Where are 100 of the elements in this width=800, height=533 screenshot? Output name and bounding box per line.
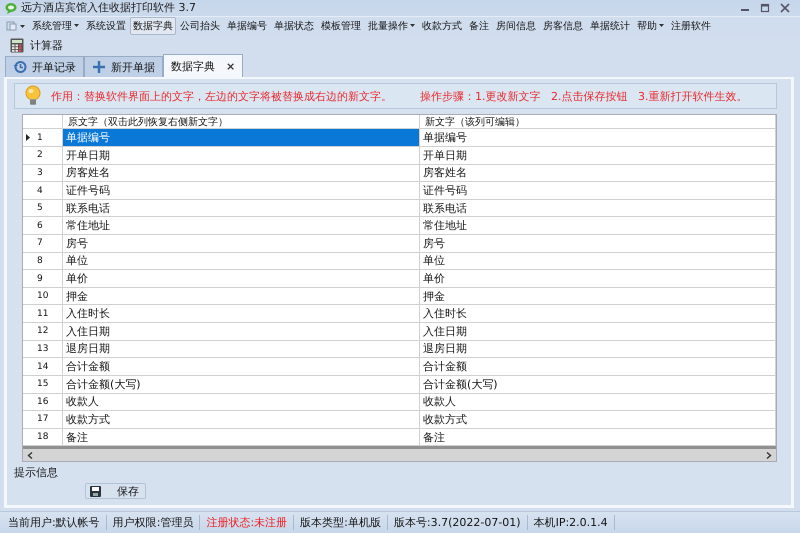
table-cell[interactable]: 联系电话: [63, 200, 420, 216]
menu-item[interactable]: 房客信息: [540, 16, 586, 35]
table-cell[interactable]: 开单日期: [63, 146, 420, 164]
row-number: 7: [37, 238, 43, 248]
row-number: 11: [37, 308, 48, 319]
table-cell[interactable]: 入住时长: [63, 305, 420, 322]
app-menu-icon[interactable]: [6, 20, 26, 31]
scroll-right-icon[interactable]: [766, 452, 772, 459]
status-item: 版本类型:单机版: [294, 515, 388, 530]
menu-item[interactable]: 收款方式: [419, 16, 465, 35]
row-number: 13: [37, 344, 48, 354]
table-cell[interactable]: 房客姓名: [420, 164, 776, 182]
caret-icon: [659, 24, 664, 28]
row-number: 9: [37, 274, 43, 284]
status-item: 版本号:3.7(2022-07-01): [388, 515, 528, 530]
table-cell[interactable]: 入住时长: [420, 305, 776, 322]
status-item: 用户权限:管理员: [106, 515, 200, 530]
table-cell[interactable]: 单价: [420, 270, 776, 287]
table-cell[interactable]: 入住日期: [63, 323, 420, 340]
menu-item[interactable]: 公司抬头: [177, 16, 223, 35]
table-cell[interactable]: 收款方式: [63, 411, 420, 428]
calculator-button[interactable]: 计算器: [10, 38, 63, 53]
menu-item[interactable]: 备注: [466, 16, 492, 35]
info-text: 作用：替换软件界面上的文字，左边的文字将被替换成右边的新文字。: [51, 88, 392, 104]
row-number: 12: [37, 326, 48, 336]
menu-item[interactable]: 模板管理: [318, 16, 364, 35]
table-cell[interactable]: 常住地址: [63, 217, 420, 234]
table-cell[interactable]: 联系电话: [420, 200, 776, 216]
table-cell[interactable]: 证件号码: [420, 182, 776, 199]
table-cell[interactable]: 备注: [63, 428, 420, 446]
menu-item[interactable]: 数据字典: [130, 16, 176, 35]
table-cell[interactable]: 房客姓名: [63, 164, 420, 182]
menu-item[interactable]: 系统设置: [83, 16, 129, 35]
maximize-icon[interactable]: [760, 2, 770, 13]
row-number: 18: [37, 432, 48, 442]
row-number: 16: [37, 396, 48, 407]
plus-icon: [92, 60, 106, 74]
table-cell[interactable]: 证件号码: [63, 182, 420, 199]
table-cell[interactable]: 合计金额: [420, 358, 776, 375]
row-number: 4: [37, 186, 43, 196]
menu-item[interactable]: 房间信息: [493, 16, 539, 35]
row-number: 17: [37, 414, 48, 424]
menu-item[interactable]: 单据编号: [224, 16, 270, 35]
table-cell[interactable]: 入住日期: [420, 323, 776, 340]
save-button[interactable]: 保存: [85, 483, 146, 500]
table-cell[interactable]: 退房日期: [63, 340, 420, 358]
table-cell[interactable]: 押金: [420, 288, 776, 304]
close-icon[interactable]: [780, 2, 790, 13]
menu-item[interactable]: 注册软件: [668, 16, 714, 35]
table-cell[interactable]: 合计金额(大写): [420, 376, 776, 393]
menu-item[interactable]: 帮助: [634, 16, 667, 35]
tab[interactable]: 数据字典 ×: [163, 54, 244, 78]
caret-icon: [74, 24, 79, 28]
row-number: 10: [37, 291, 48, 302]
row-pointer-icon: [26, 134, 30, 142]
status-item: 本机IP:2.0.1.4: [528, 515, 615, 530]
caret-icon: [410, 24, 415, 28]
table-cell[interactable]: 房号: [420, 235, 776, 252]
table-cell[interactable]: 单位: [420, 252, 776, 270]
table-cell[interactable]: 房号: [63, 235, 420, 252]
menu-item[interactable]: 系统管理: [29, 16, 82, 35]
row-number: 14: [37, 362, 48, 372]
tab[interactable]: 新开单据: [84, 56, 163, 78]
row-number: 6: [37, 220, 43, 231]
app-logo-icon: [5, 2, 17, 14]
table-cell[interactable]: 单据编号: [63, 129, 420, 146]
row-number: 1: [37, 132, 43, 143]
table-cell[interactable]: 单位: [63, 252, 420, 270]
table-cell[interactable]: 单价: [63, 270, 420, 287]
row-number: 8: [37, 256, 43, 266]
menu-item[interactable]: 批量操作: [365, 16, 418, 35]
row-number: 5: [37, 203, 43, 214]
table-cell[interactable]: 合计金额: [63, 358, 420, 375]
menu-item[interactable]: 单据状态: [271, 16, 317, 35]
close-tab-button[interactable]: ×: [226, 60, 236, 73]
steps-text: 操作步骤：1.更改新文字 2.点击保存按钮 3.重新打开软件生效。: [420, 88, 748, 104]
status-item: 注册状态:未注册: [200, 515, 294, 530]
lightbulb-icon: [25, 85, 41, 108]
table-cell[interactable]: 备注: [420, 428, 776, 446]
column-header[interactable]: 新文字（该列可编辑）: [420, 115, 776, 130]
window-title: 远方酒店宾馆入住收据打印软件 3.7: [21, 0, 196, 16]
table-cell[interactable]: 押金: [63, 288, 420, 304]
table-cell[interactable]: 收款人: [420, 394, 776, 410]
history-icon: [13, 60, 27, 74]
table-cell[interactable]: 收款人: [63, 394, 420, 410]
status-item: 当前用户:默认帐号: [2, 515, 107, 530]
menu-item[interactable]: 单据统计: [587, 16, 633, 35]
scroll-left-icon[interactable]: [27, 452, 33, 459]
row-number: 2: [37, 150, 43, 160]
row-number: 3: [37, 168, 43, 178]
table-cell[interactable]: 收款方式: [420, 411, 776, 428]
table-cell[interactable]: 退房日期: [420, 340, 776, 358]
calculator-icon: [10, 38, 24, 53]
table-cell[interactable]: 常住地址: [420, 217, 776, 234]
hint-label: 提示信息: [14, 465, 59, 480]
table-cell[interactable]: 单据编号: [420, 129, 776, 146]
horizontal-scrollbar[interactable]: [23, 449, 776, 462]
tab[interactable]: 开单记录: [5, 56, 84, 78]
table-cell[interactable]: 合计金额(大写): [63, 376, 420, 393]
table-cell[interactable]: 开单日期: [420, 146, 776, 164]
